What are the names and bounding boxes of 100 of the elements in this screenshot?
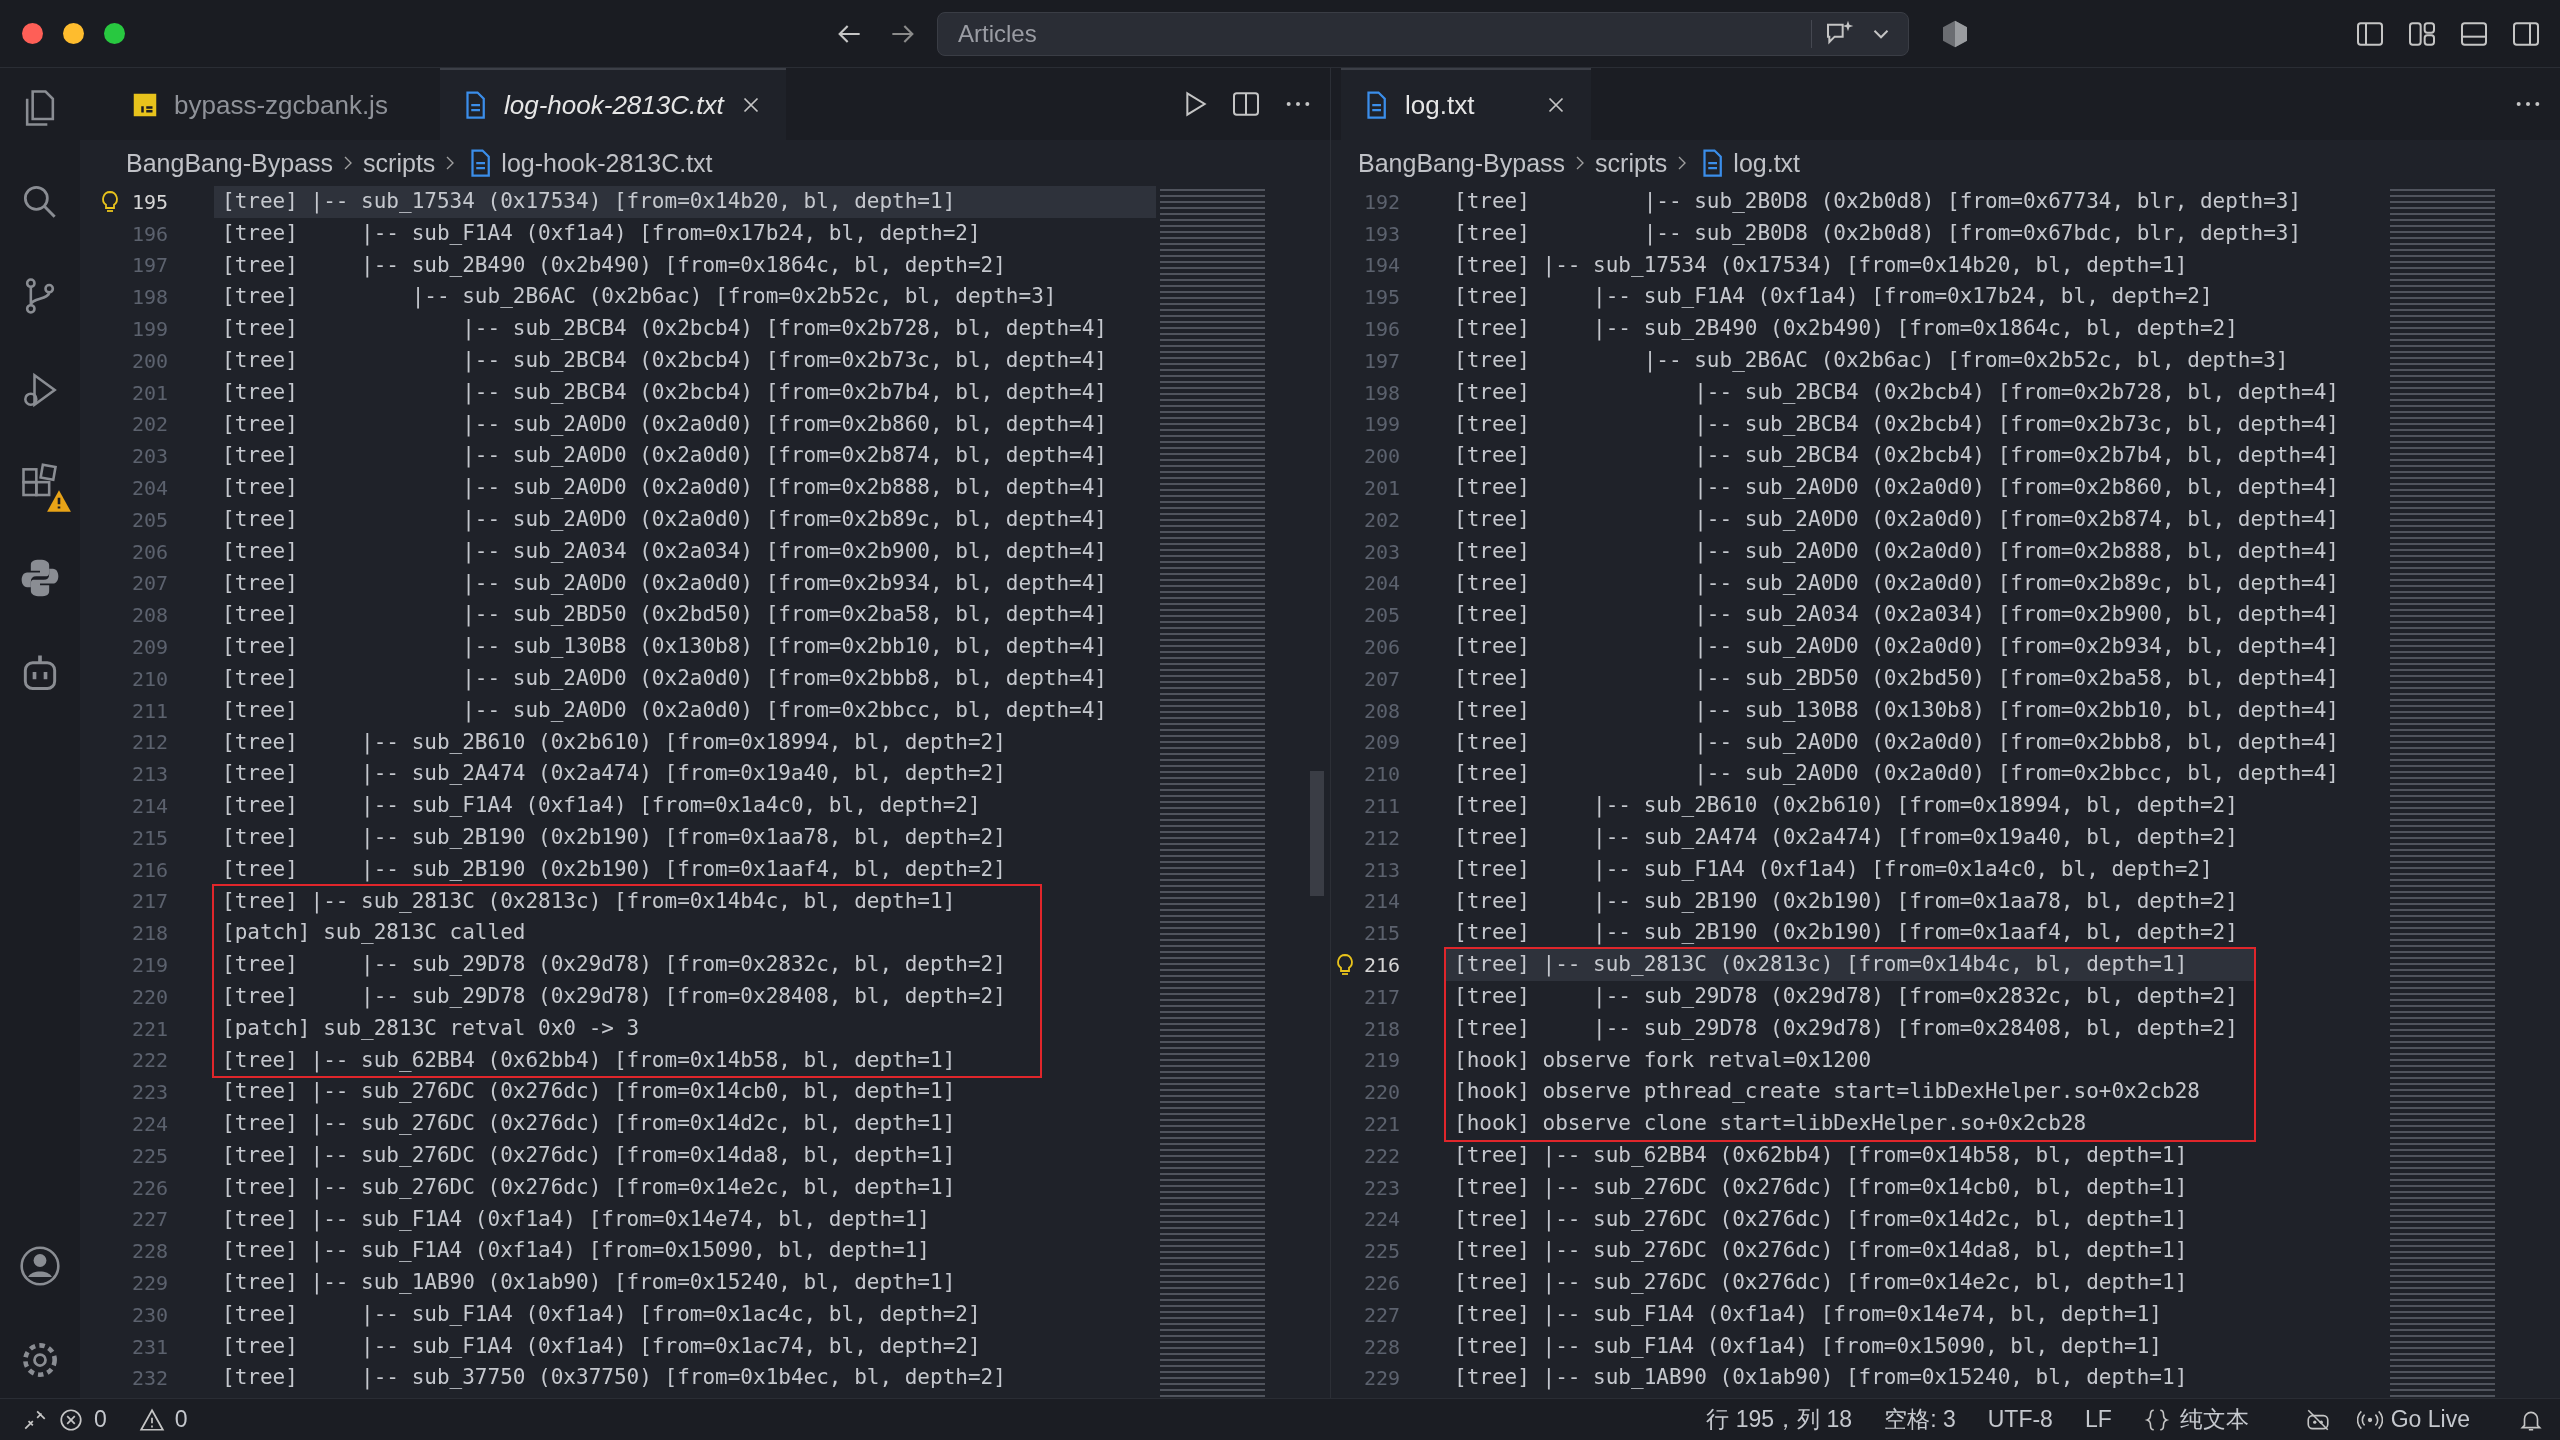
scrollbar-thumb[interactable] <box>1310 771 1324 896</box>
line-number: 199 <box>1363 412 1400 437</box>
code-line: [tree] |-- sub_2BD50 (0x2bd50) [from=0x2ba58, bl, depth=4] <box>1453 664 2340 693</box>
editor-tab[interactable]: log.txt <box>1341 68 1591 140</box>
line-number: 208 <box>131 603 168 628</box>
line-number: 221 <box>131 1016 168 1041</box>
line-number: 203 <box>131 444 168 469</box>
line-number: 214 <box>1363 889 1400 914</box>
code-line: [tree] |-- sub_29D78 (0x29d78) [from=0x2832c, bl, depth=2] <box>1453 982 2239 1011</box>
line-number: 212 <box>131 730 168 755</box>
maximize-window-button[interactable] <box>104 23 125 44</box>
breadcrumb-item[interactable]: log-hook-2813C.txt <box>501 148 713 178</box>
code-line: [tree] |-- sub_2BCB4 (0x2bcb4) [from=0x2b7b4, bl, depth=4] <box>1453 442 2340 470</box>
line-number: 197 <box>1363 348 1400 373</box>
code-line: [tree] |-- sub_2A0D0 (0x2a0d0) [from=0x2b934, bl, depth=4] <box>1453 633 2340 661</box>
line-number: 198 <box>131 285 168 310</box>
line-number: 223 <box>1363 1175 1400 1200</box>
code-line: [hook] observe clone start=libDexHelper.so+0x2cb28 <box>1453 1110 2088 1138</box>
line-number: 222 <box>1363 1143 1400 1168</box>
warning-icon[interactable] <box>138 1406 165 1433</box>
code-line: [tree] |-- sub_2A0D0 (0x2a0d0) [from=0x2bbcc, bl, depth=4] <box>1453 760 2340 788</box>
go-live-button[interactable]: Go Live <box>2356 1406 2470 1433</box>
code-line: [hook] observe fork retval=0x1200 <box>1453 1046 1873 1074</box>
code-line: [tree] |-- sub_276DC (0x276dc) [from=0x14d2c, bl, depth=1] <box>1453 1205 2189 1234</box>
search-field[interactable]: Articles <box>937 11 1909 56</box>
code-line: [tree] |-- sub_2B490 (0x2b490) [from=0x1864c, bl, depth=2] <box>1453 315 2239 343</box>
line-number: 225 <box>131 1143 168 1168</box>
line-number: 197 <box>131 253 168 278</box>
line-number: 211 <box>131 698 168 723</box>
line-number: 196 <box>131 221 168 246</box>
code-line: [tree] |-- sub_2A0D0 (0x2a0d0) [from=0x2b860, bl, depth=4] <box>221 410 1108 439</box>
code-line: [tree] |-- sub_F1A4 (0xf1a4) [from=0x1a4c0, bl, depth=2] <box>221 792 982 820</box>
line-number: 227 <box>1363 1302 1400 1327</box>
code-line: [tree] |-- sub_F1A4 (0xf1a4) [from=0x1ac74, bl, depth=2] <box>221 1332 982 1361</box>
line-number: 205 <box>1363 603 1400 628</box>
line-number: 195 <box>1363 285 1400 310</box>
line-ending[interactable]: LF <box>2084 1406 2112 1433</box>
code-line: [tree] |-- sub_F1A4 (0xf1a4) [from=0x17b24, bl, depth=2] <box>221 219 982 248</box>
breadcrumb-item[interactable]: log.txt <box>1733 148 1801 178</box>
code-line: [tree] |-- sub_F1A4 (0xf1a4) [from=0x15090, bl, depth=1] <box>221 1237 931 1265</box>
code-line: [tree] |-- sub_2B6AC (0x2b6ac) [from=0x2b52c, bl, depth=3] <box>221 283 1058 311</box>
code-line: [tree] |-- sub_2813C (0x2813c) [from=0x14b4c, bl, depth=1] <box>221 887 957 916</box>
breadcrumb-item[interactable]: BangBang-Bypass <box>1358 148 1566 178</box>
code-line: [tree] |-- sub_2A0D0 (0x2a0d0) [from=0x2b89c, bl, depth=4] <box>221 505 1108 534</box>
code-line: [tree] |-- sub_2B6AC (0x2b6ac) [from=0x2b52c, bl, depth=3] <box>1453 347 2290 375</box>
code-line: [tree] |-- sub_130B8 (0x130b8) [from=0x2bb10, bl, depth=4] <box>221 633 1108 661</box>
line-number: 224 <box>131 1112 168 1136</box>
braces-icon[interactable] <box>2143 1406 2170 1433</box>
encoding[interactable]: UTF-8 <box>1987 1406 2053 1433</box>
line-number: 192 <box>1363 189 1400 214</box>
code-line: [tree] |-- sub_2A0D0 (0x2a0d0) [from=0x2bbb8, bl, depth=4] <box>1453 728 2340 757</box>
line-number: 220 <box>1363 1080 1400 1105</box>
line-number: 232 <box>131 1366 168 1391</box>
breadcrumb-item[interactable]: BangBang-Bypass <box>126 148 334 178</box>
breadcrumb-item[interactable]: scripts <box>1595 148 1668 178</box>
editor-tab[interactable]: bypass-zgcbank.js <box>110 68 440 140</box>
code-line: [patch] sub_2813C called <box>221 919 527 947</box>
code-line: [tree] |-- sub_2A0D0 (0x2a0d0) [from=0x2b874, bl, depth=4] <box>1453 505 2340 534</box>
code-line: [tree] |-- sub_F1A4 (0xf1a4) [from=0x1ac4c, bl, depth=2] <box>221 1300 982 1329</box>
code-line: [tree] |-- sub_2B0D8 (0x2b0d8) [from=0x67734, blr, depth=3] <box>1453 188 2303 216</box>
code-line: [tree] |-- sub_2B190 (0x2b190) [from=0x1aaf4, bl, depth=2] <box>221 855 1007 884</box>
breadcrumb-item[interactable]: scripts <box>363 148 436 178</box>
code-line: [tree] |-- sub_2B0D8 (0x2b0d8) [from=0x67bdc, blr, depth=3] <box>1453 219 2303 248</box>
line-number: 218 <box>1363 1016 1400 1041</box>
editor-tab[interactable]: log-hook-2813C.txt <box>440 68 786 140</box>
code-line: [tree] |-- sub_2BD50 (0x2bd50) [from=0x2ba58, bl, depth=4] <box>221 601 1108 629</box>
close-window-button[interactable] <box>22 23 43 44</box>
code-line: [tree] |-- sub_2A474 (0x2a474) [from=0x19a40, bl, depth=2] <box>1453 823 2239 852</box>
code-line: [tree] |-- sub_276DC (0x276dc) [from=0x14da8, bl, depth=1] <box>1453 1237 2189 1265</box>
code-line: [tree] |-- sub_276DC (0x276dc) [from=0x14d2c, bl, depth=1] <box>221 1110 957 1138</box>
code-line: [tree] |-- sub_29D78 (0x29d78) [from=0x28408, bl, depth=2] <box>1453 1014 2239 1043</box>
line-number: 200 <box>1363 444 1400 469</box>
minimize-window-button[interactable] <box>63 23 84 44</box>
code-line: [tree] |-- sub_2A0D0 (0x2a0d0) [from=0x2b934, bl, depth=4] <box>221 569 1108 598</box>
account-icon[interactable] <box>18 1244 62 1288</box>
line-number: 224 <box>1363 1207 1400 1232</box>
line-number: 193 <box>1363 221 1400 246</box>
code-line: [tree] |-- sub_2BCB4 (0x2bcb4) [from=0x2b73c, bl, depth=4] <box>1453 410 2340 439</box>
line-number: 217 <box>1363 984 1400 1009</box>
code-line: [tree] |-- sub_2A0D0 (0x2a0d0) [from=0x2b888, bl, depth=4] <box>221 474 1108 502</box>
line-number: 201 <box>131 380 168 405</box>
code-line: [hook] observe pthread_create start=libDexHelper.so+0x2cb28 <box>1453 1078 2201 1106</box>
line-number: 209 <box>131 635 168 660</box>
code-line: [tree] |-- sub_2A0D0 (0x2a0d0) [from=0x2b874, bl, depth=4] <box>221 442 1108 470</box>
line-number: 201 <box>1363 476 1400 501</box>
code-line: [tree] |-- sub_2BCB4 (0x2bcb4) [from=0x2b7b4, bl, depth=4] <box>221 378 1108 407</box>
cursor-position[interactable]: 行 195，列 18 <box>1706 1404 1853 1435</box>
error-icon[interactable] <box>58 1406 84 1433</box>
code-line: [tree] |-- sub_F1A4 (0xf1a4) [from=0x14e74, bl, depth=1] <box>221 1205 931 1234</box>
line-number: 221 <box>1363 1112 1400 1136</box>
indentation[interactable]: 空格: 3 <box>1884 1404 1956 1435</box>
language-mode[interactable]: 纯文本 <box>2179 1404 2249 1435</box>
error-count[interactable]: 0 <box>94 1406 107 1433</box>
code-line: [tree] |-- sub_276DC (0x276dc) [from=0x14e2c, bl, depth=1] <box>221 1173 957 1202</box>
code-line: [tree] |-- sub_2A034 (0x2a034) [from=0x2b900, bl, depth=4] <box>1453 601 2340 629</box>
line-number: 207 <box>131 571 168 596</box>
code-line: [tree] |-- sub_276DC (0x276dc) [from=0x14da8, bl, depth=1] <box>221 1141 957 1170</box>
line-number: 200 <box>131 348 168 373</box>
warning-count[interactable]: 0 <box>174 1406 188 1433</box>
line-number: 209 <box>1363 730 1400 755</box>
